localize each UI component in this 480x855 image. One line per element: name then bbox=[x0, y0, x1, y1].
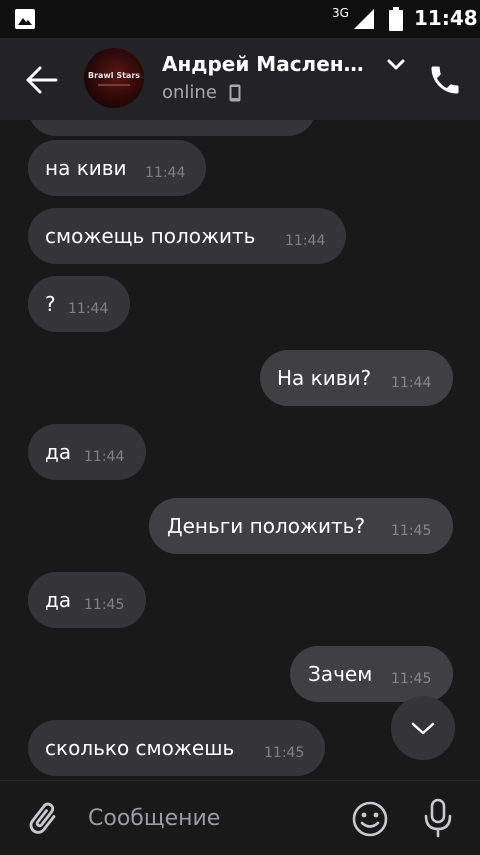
back-arrow-icon bbox=[26, 66, 58, 94]
message-composer bbox=[0, 780, 480, 855]
chevron-down-icon[interactable] bbox=[386, 58, 406, 72]
message-text: да bbox=[45, 588, 72, 612]
message-bubble-outgoing[interactable]: На киви? 11:44 bbox=[260, 350, 453, 406]
message-time: 11:44 bbox=[285, 233, 326, 249]
message-text: сколько сможешь bbox=[45, 736, 235, 760]
message-bubble-partial[interactable] bbox=[28, 120, 316, 136]
contact-name[interactable]: Андрей Масленикова bbox=[162, 52, 376, 76]
call-button[interactable] bbox=[426, 62, 464, 98]
message-bubble-outgoing[interactable]: Зачем 11:45 bbox=[290, 646, 453, 702]
message-bubble-incoming[interactable]: да 11:45 bbox=[28, 572, 146, 628]
status-bar: 3G 11:48 bbox=[0, 0, 480, 38]
network-type: 3G bbox=[332, 6, 349, 20]
chevron-down-icon bbox=[411, 722, 435, 735]
message-text: На киви? bbox=[277, 366, 372, 390]
message-text: Зачем bbox=[308, 662, 373, 686]
message-time: 11:45 bbox=[264, 745, 305, 761]
message-bubble-incoming[interactable]: на киви 11:44 bbox=[28, 140, 206, 196]
mobile-device-icon bbox=[229, 84, 241, 102]
paperclip-icon bbox=[29, 802, 56, 834]
signal-icon bbox=[354, 9, 374, 29]
message-time: 11:44 bbox=[68, 301, 109, 317]
message-text: Деньги положить? bbox=[167, 514, 366, 538]
message-time: 11:45 bbox=[391, 671, 432, 687]
phone-icon bbox=[431, 66, 459, 94]
message-text: сможещь положить bbox=[45, 224, 256, 248]
gallery-icon bbox=[15, 9, 35, 29]
message-text: на киви bbox=[45, 156, 127, 180]
contact-status: online bbox=[162, 82, 217, 103]
message-text: да bbox=[45, 440, 72, 464]
message-bubble-incoming[interactable]: сможещь положить 11:44 bbox=[28, 208, 346, 264]
back-button[interactable] bbox=[18, 60, 62, 100]
emoji-button[interactable] bbox=[350, 799, 390, 839]
chat-header: Brawl Stars Андрей Масленикова online bbox=[0, 38, 480, 120]
emoji-icon bbox=[352, 801, 388, 837]
scroll-to-bottom-button[interactable] bbox=[391, 696, 455, 760]
message-list[interactable]: на киви 11:44 сможещь положить 11:44 ? 1… bbox=[0, 120, 480, 780]
message-input[interactable] bbox=[86, 797, 340, 839]
status-time: 11:48 bbox=[414, 6, 478, 30]
message-time: 11:44 bbox=[391, 375, 432, 391]
message-bubble-incoming[interactable]: сколько сможешь 11:45 bbox=[28, 720, 325, 776]
avatar[interactable]: Brawl Stars bbox=[84, 48, 144, 108]
message-text: ? bbox=[45, 292, 56, 316]
voice-message-button[interactable] bbox=[418, 797, 458, 839]
message-time: 11:45 bbox=[84, 597, 125, 613]
message-time: 11:44 bbox=[145, 165, 186, 181]
avatar-logo-underline bbox=[98, 84, 130, 86]
message-bubble-incoming[interactable]: да 11:44 bbox=[28, 424, 146, 480]
attach-button[interactable] bbox=[24, 799, 62, 839]
message-time: 11:45 bbox=[391, 523, 432, 539]
message-time: 11:44 bbox=[84, 449, 125, 465]
avatar-logo-text: Brawl Stars bbox=[87, 71, 141, 80]
message-bubble-incoming[interactable]: ? 11:44 bbox=[28, 276, 130, 332]
microphone-icon bbox=[424, 798, 452, 838]
message-bubble-outgoing[interactable]: Деньги положить? 11:45 bbox=[149, 498, 453, 554]
battery-icon bbox=[389, 7, 403, 31]
